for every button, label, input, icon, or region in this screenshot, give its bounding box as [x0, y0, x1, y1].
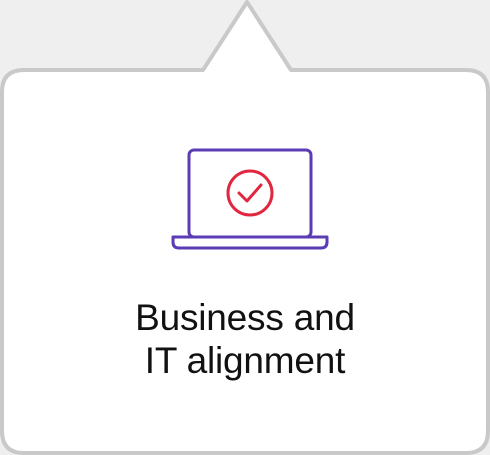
- check-circle-icon: [226, 169, 274, 217]
- card-title-line-2: IT alignment: [144, 340, 346, 381]
- card-title: Business and IT alignment: [0, 296, 490, 382]
- laptop-base-icon: [171, 235, 329, 250]
- laptop-check-icon: [171, 148, 329, 250]
- checkmark-icon: [237, 183, 263, 203]
- card-content: Business and IT alignment: [0, 0, 490, 455]
- callout-card-stage: Business and IT alignment: [0, 0, 490, 455]
- laptop-screen-icon: [187, 148, 313, 239]
- card-title-line-1: Business and: [135, 297, 355, 338]
